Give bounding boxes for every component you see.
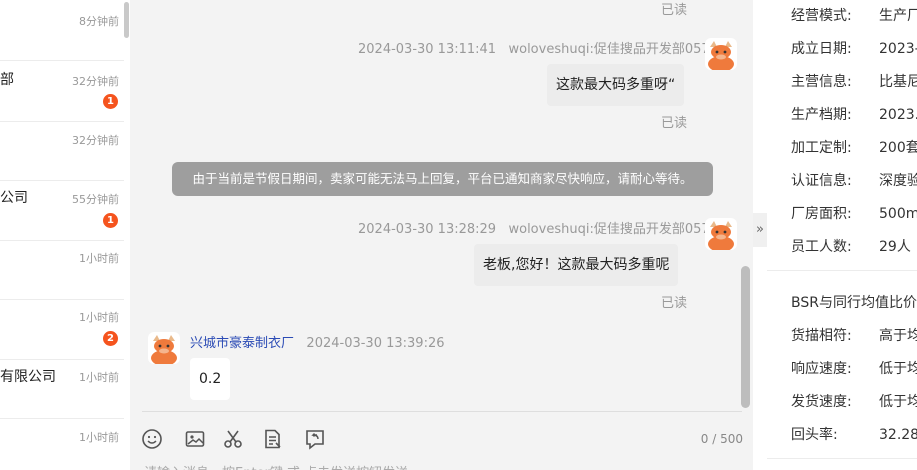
conversation-item[interactable]: 8分钟前 (0, 0, 124, 61)
message-bubble: 这款最大码多重呀“ (547, 64, 685, 106)
info-value: 生产厂家 (879, 8, 917, 24)
read-receipt: 已读 (660, 3, 687, 18)
info-label: 发货速度: (791, 394, 852, 410)
conversation-time: 55分钟前 (72, 193, 119, 206)
info-value: 比基尼 (879, 74, 917, 90)
user-avatar (705, 38, 737, 70)
input-divider (142, 411, 742, 412)
read-receipt: 已读 (660, 296, 687, 311)
conversation-time: 8分钟前 (79, 15, 119, 28)
message-meta: 2024-03-30 13:11:41 woloveshuqi:促佳搜品开发部0… (358, 38, 710, 57)
message-time: 2024-03-30 13:39:26 (306, 336, 445, 351)
unread-badge: 1 (103, 213, 118, 228)
conversation-item[interactable]: 1小时前 (0, 419, 124, 470)
read-receipt: 已读 (660, 116, 687, 131)
message-sender: woloveshuqi:促佳搜品开发部057 (508, 42, 710, 57)
message-meta: 兴城市豪泰制衣厂 2024-03-30 13:39:26 (190, 332, 445, 351)
info-row-description-match: 货描相符: 高于均 (791, 325, 917, 345)
info-row-main-products: 主营信息: 比基尼 (791, 71, 917, 91)
supplier-info-panel: 经营模式: 生产厂家 成立日期: 2023- 主营信息: 比基尼 生产档期: 2023.… (767, 0, 917, 470)
bull-mascot-icon (708, 41, 734, 70)
conversation-time: 32分钟前 (72, 134, 119, 147)
conversation-name: 公司 (0, 190, 28, 206)
info-row-factory-area: 厂房面积: 500m (791, 203, 917, 223)
seller-name-link[interactable]: 兴城市豪泰制衣厂 (190, 336, 294, 351)
info-row-business-model: 经营模式: 生产厂家 (791, 5, 917, 25)
info-divider (767, 458, 917, 459)
conversation-name: 部 (0, 72, 14, 88)
info-value: 29人 (879, 239, 911, 255)
info-value: 500m (879, 206, 917, 222)
info-label: 响应速度: (791, 361, 852, 377)
bsr-comparison-heading: BSR与同行均值比价 (791, 295, 917, 311)
system-notice: 由于当前是节假日期间，卖家可能无法马上回复，平台已通知商家尽快响应，请耐心等待。 (172, 162, 713, 196)
info-divider (767, 270, 917, 271)
message-meta: 2024-03-30 13:28:29 woloveshuqi:促佳搜品开发部0… (358, 218, 710, 237)
conversation-item[interactable]: 32分钟前 (0, 122, 124, 181)
conversation-time: 1小时前 (79, 252, 119, 265)
bull-mascot-icon (151, 335, 177, 364)
character-count: 0 / 500 (700, 432, 743, 446)
info-value: 2023- (879, 41, 917, 57)
info-value: 深度验 (879, 173, 917, 189)
scissors-icon[interactable] (222, 428, 244, 450)
conversation-item[interactable]: 部 32分钟前 1 (0, 61, 124, 122)
message-sender: woloveshuqi:促佳搜品开发部057 (508, 222, 710, 237)
message-time: 2024-03-30 13:28:29 (358, 222, 497, 237)
conversation-item[interactable]: 公司 55分钟前 1 (0, 181, 124, 241)
smiley-icon[interactable] (141, 428, 163, 450)
list-scrollbar[interactable] (124, 2, 129, 38)
chat-panel: 已读 2024-03-30 13:11:41 woloveshuqi:促佳搜品开… (130, 0, 753, 470)
info-label: 回头率: (791, 427, 838, 443)
info-label: 生产档期: (791, 107, 852, 123)
info-value: 200套 (879, 140, 917, 156)
conversation-list: 8分钟前 部 32分钟前 1 32分钟前 公司 55分钟前 1 1小时前 1小时… (0, 0, 130, 470)
unread-badge: 1 (103, 94, 118, 109)
info-row-production-schedule: 生产档期: 2023. (791, 104, 917, 124)
message-input[interactable]: 请输入消息，按Enter键 或 点击发送按钮发送 (144, 462, 408, 470)
info-label: 货描相符: (791, 328, 852, 344)
info-label: 加工定制: (791, 140, 852, 156)
info-label: 认证信息: (791, 173, 852, 189)
info-row-response-speed: 响应速度: 低于均 (791, 358, 917, 378)
info-value: 低于均 (879, 361, 917, 377)
conversation-time: 1小时前 (79, 431, 119, 444)
info-value: 2023. (879, 107, 917, 123)
message-time: 2024-03-30 13:11:41 (358, 42, 497, 57)
conversation-item[interactable]: 1小时前 2 (0, 300, 124, 360)
double-chevron-right-icon: » (756, 222, 764, 237)
unread-badge: 2 (103, 331, 118, 346)
info-row-repeat-rate: 回头率: 32.28% (791, 424, 917, 444)
info-value: 高于均 (879, 328, 917, 344)
seller-avatar (148, 332, 180, 364)
info-label: 成立日期: (791, 41, 852, 57)
info-value: 32.28% (879, 427, 917, 443)
bull-mascot-icon (708, 221, 734, 250)
image-icon[interactable] (184, 428, 206, 450)
info-label: 经营模式: (791, 8, 852, 24)
info-label: 主营信息: (791, 74, 852, 90)
conversation-item[interactable]: 1小时前 (0, 241, 124, 300)
info-row-employees: 员工人数: 29人 (791, 236, 911, 256)
chat-scrollbar[interactable] (741, 266, 750, 408)
conversation-name: 有限公司 (0, 369, 56, 385)
info-value: 低于均 (879, 394, 917, 410)
info-label: 员工人数: (791, 239, 852, 255)
message-bubble: 0.2 (190, 358, 231, 400)
info-row-founded-date: 成立日期: 2023- (791, 38, 917, 58)
info-row-customization: 加工定制: 200套 (791, 137, 917, 157)
conversation-item[interactable]: 有限公司 1小时前 (0, 360, 124, 419)
info-row-certification: 认证信息: 深度验 (791, 170, 917, 190)
quick-reply-icon[interactable] (304, 428, 326, 450)
conversation-time: 1小时前 (79, 371, 119, 384)
expand-panel-button[interactable]: » (753, 213, 767, 247)
info-label: 厂房面积: (791, 206, 852, 222)
document-icon[interactable] (262, 428, 284, 450)
conversation-time: 32分钟前 (72, 75, 119, 88)
conversation-time: 1小时前 (79, 311, 119, 324)
info-row-shipping-speed: 发货速度: 低于均 (791, 391, 917, 411)
message-bubble: 老板,您好！这款最大码多重呢 (474, 244, 679, 286)
user-avatar (705, 218, 737, 250)
